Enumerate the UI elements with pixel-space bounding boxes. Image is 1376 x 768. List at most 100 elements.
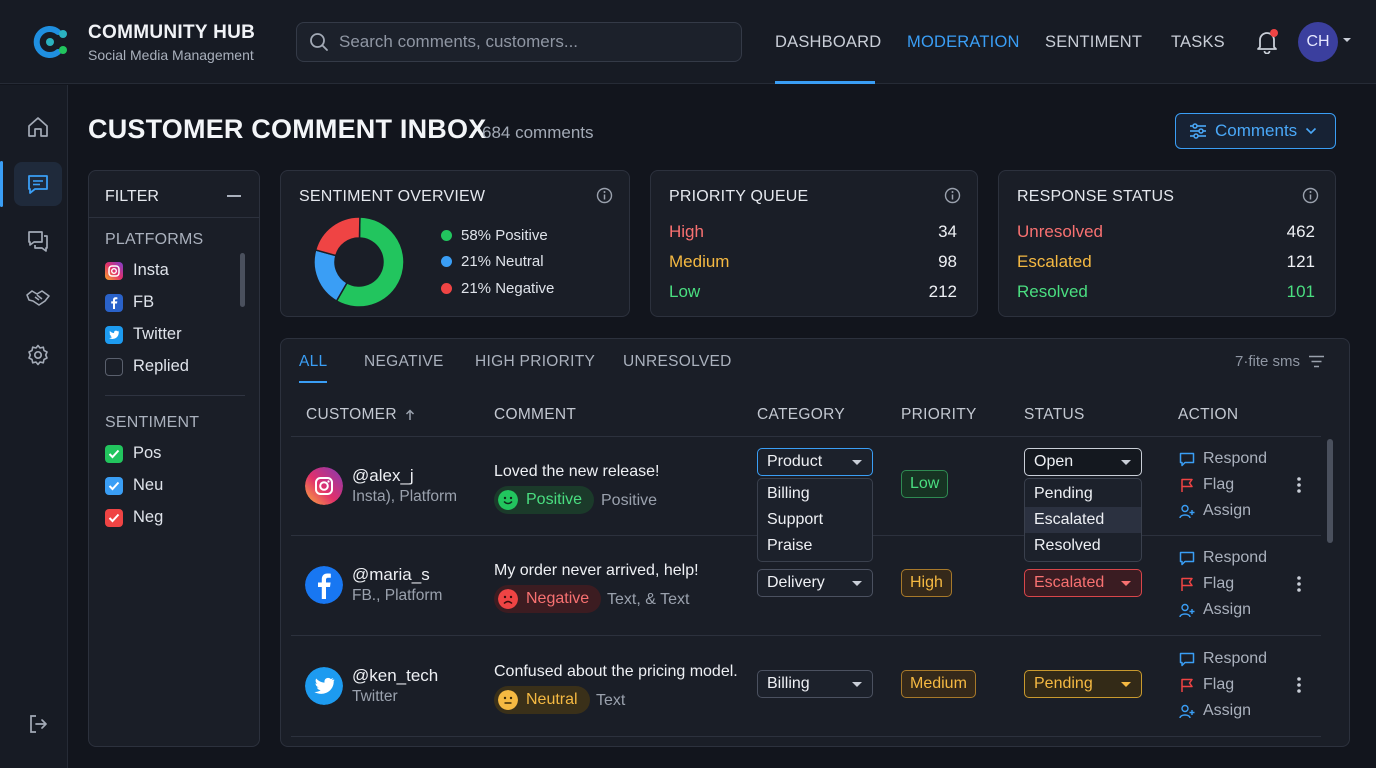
tab-negative[interactable]: NEGATIVE	[364, 353, 444, 371]
checkbox-checked-icon[interactable]	[105, 444, 123, 463]
table-scrollbar[interactable]	[1327, 439, 1333, 543]
sidebar-item-home[interactable]	[14, 105, 62, 149]
nav-tab-sentiment[interactable]: SENTIMENT	[1045, 33, 1142, 52]
reply-bubble-icon	[1179, 452, 1195, 466]
column-header-category[interactable]: CATEGORY	[757, 406, 845, 424]
category-option[interactable]: Support	[758, 507, 872, 533]
info-icon[interactable]	[944, 187, 961, 204]
flag-button[interactable]: Flag	[1179, 676, 1234, 694]
replied-checkbox[interactable]	[105, 357, 123, 376]
flag-button[interactable]: Flag	[1179, 575, 1234, 593]
view-selector-button[interactable]: Comments	[1175, 113, 1336, 149]
customer-name[interactable]: @alex_j	[352, 466, 414, 486]
legend-label: 58% Positive	[461, 227, 548, 244]
respond-button[interactable]: Respond	[1179, 450, 1267, 468]
filter-platform-insta[interactable]: Insta	[105, 261, 169, 280]
comments-icon	[28, 175, 48, 194]
info-icon[interactable]	[1302, 187, 1319, 204]
neutral-emoji-icon	[498, 690, 518, 710]
chevron-down-icon[interactable]	[1342, 36, 1352, 44]
status-select[interactable]: Pending	[1024, 670, 1142, 698]
column-header-status[interactable]: STATUS	[1024, 406, 1085, 424]
sentiment-label: Negative	[526, 590, 590, 607]
more-options-icon[interactable]	[1296, 575, 1302, 593]
nav-tab-tasks[interactable]: TASKS	[1171, 33, 1225, 52]
flag-button[interactable]: Flag	[1179, 476, 1234, 494]
status-row-escalated[interactable]: Escalated 121	[1017, 252, 1315, 272]
status-option[interactable]: Pending	[1025, 481, 1141, 507]
sidebar-item-comments[interactable]	[14, 162, 62, 206]
table-row[interactable]: @ken_tech Twitter Confused about the pri…	[281, 636, 1321, 736]
category-option[interactable]: Praise	[758, 533, 872, 559]
category-select[interactable]: Delivery	[757, 569, 873, 597]
customer-name[interactable]: @ken_tech	[352, 666, 438, 686]
nav-tab-moderation[interactable]: MODERATION	[907, 33, 1020, 52]
search-input[interactable]	[339, 31, 729, 53]
user-avatar[interactable]: CH	[1298, 22, 1338, 62]
status-select[interactable]: Escalated	[1024, 569, 1142, 597]
tab-unresolved[interactable]: UNRESOLVED	[623, 353, 732, 371]
table-filter-button[interactable]: 7·fite sms	[1235, 353, 1325, 370]
category-select[interactable]: Product	[757, 448, 873, 476]
status-select[interactable]: Open	[1024, 448, 1142, 476]
category-select[interactable]: Billing	[757, 670, 873, 698]
customer-name[interactable]: @maria_s	[352, 565, 430, 585]
sidebar-item-chat[interactable]	[14, 219, 62, 263]
action-label: Respond	[1203, 450, 1268, 467]
settings-icon	[28, 344, 48, 366]
more-options-icon[interactable]	[1296, 676, 1302, 694]
filter-sentiment-neg[interactable]: Neg	[105, 508, 163, 527]
tab-high-priority[interactable]: HIGH PRIORITY	[475, 353, 595, 371]
column-header-priority[interactable]: PRIORITY	[901, 406, 977, 424]
checkbox-checked-icon[interactable]	[105, 476, 123, 495]
card-title: SENTIMENT OVERVIEW	[299, 188, 486, 205]
chevron-down-icon	[852, 460, 862, 465]
search-box[interactable]	[296, 22, 742, 62]
priority-row-high[interactable]: High 34	[669, 222, 957, 242]
filter-platform-fb[interactable]: FB	[105, 293, 154, 312]
sidebar-item-partners[interactable]	[14, 276, 62, 320]
more-options-icon[interactable]	[1296, 476, 1302, 494]
view-selector-label: Comments	[1215, 121, 1298, 140]
priority-badge-low: Low	[901, 470, 949, 498]
respond-button[interactable]: Respond	[1179, 650, 1267, 668]
sort-arrow-up-icon	[405, 409, 414, 420]
column-header-comment[interactable]: COMMENT	[494, 406, 576, 424]
column-header-action: ACTION	[1178, 406, 1239, 423]
status-option[interactable]: Escalated	[1025, 507, 1141, 533]
assign-button[interactable]: Assign	[1179, 502, 1251, 520]
filter-platform-twitter[interactable]: Twitter	[105, 325, 182, 344]
assign-button[interactable]: Assign	[1179, 601, 1251, 619]
priority-row-medium[interactable]: Medium 98	[669, 252, 957, 272]
checkbox-checked-icon[interactable]	[105, 508, 123, 527]
sentiment-type: Text	[596, 692, 626, 709]
nav-tab-dashboard[interactable]: DASHBOARD	[775, 33, 881, 52]
tab-all[interactable]: ALL	[299, 353, 327, 371]
chevron-down-icon	[1121, 682, 1131, 687]
filter-sentiment-neu[interactable]: Neu	[105, 476, 163, 495]
sidebar	[0, 85, 68, 768]
category-option[interactable]: Billing	[758, 481, 872, 507]
row-value: 98	[938, 252, 957, 271]
sentiment-pill-neutral: Neutral	[494, 686, 590, 714]
column-header-customer[interactable]: CUSTOMER	[306, 406, 415, 424]
filter-replied[interactable]: Replied	[105, 357, 189, 376]
priority-row-low[interactable]: Low 212	[669, 282, 957, 302]
chat-icon	[28, 231, 48, 252]
respond-button[interactable]: Respond	[1179, 549, 1267, 567]
filter-sentiment-pos[interactable]: Pos	[105, 444, 161, 463]
info-icon[interactable]	[596, 187, 613, 204]
table-row[interactable]: @alex_j Insta), Platform Loved the new r…	[281, 436, 1321, 562]
table-filter-label: 7·fite sms	[1234, 353, 1300, 370]
status-option[interactable]: Resolved	[1025, 533, 1141, 559]
status-row-unresolved[interactable]: Unresolved 462	[1017, 222, 1315, 242]
sidebar-item-settings[interactable]	[14, 333, 62, 377]
status-row-resolved[interactable]: Resolved 101	[1017, 282, 1315, 302]
sidebar-item-logout[interactable]	[14, 702, 62, 746]
assign-button[interactable]: Assign	[1179, 702, 1251, 720]
collapse-icon[interactable]	[227, 195, 241, 197]
twitter-icon	[105, 325, 123, 344]
sentiment-label: Positive	[526, 491, 583, 508]
filter-header: FILTER	[89, 171, 259, 218]
filter-scrollbar[interactable]	[240, 253, 245, 307]
